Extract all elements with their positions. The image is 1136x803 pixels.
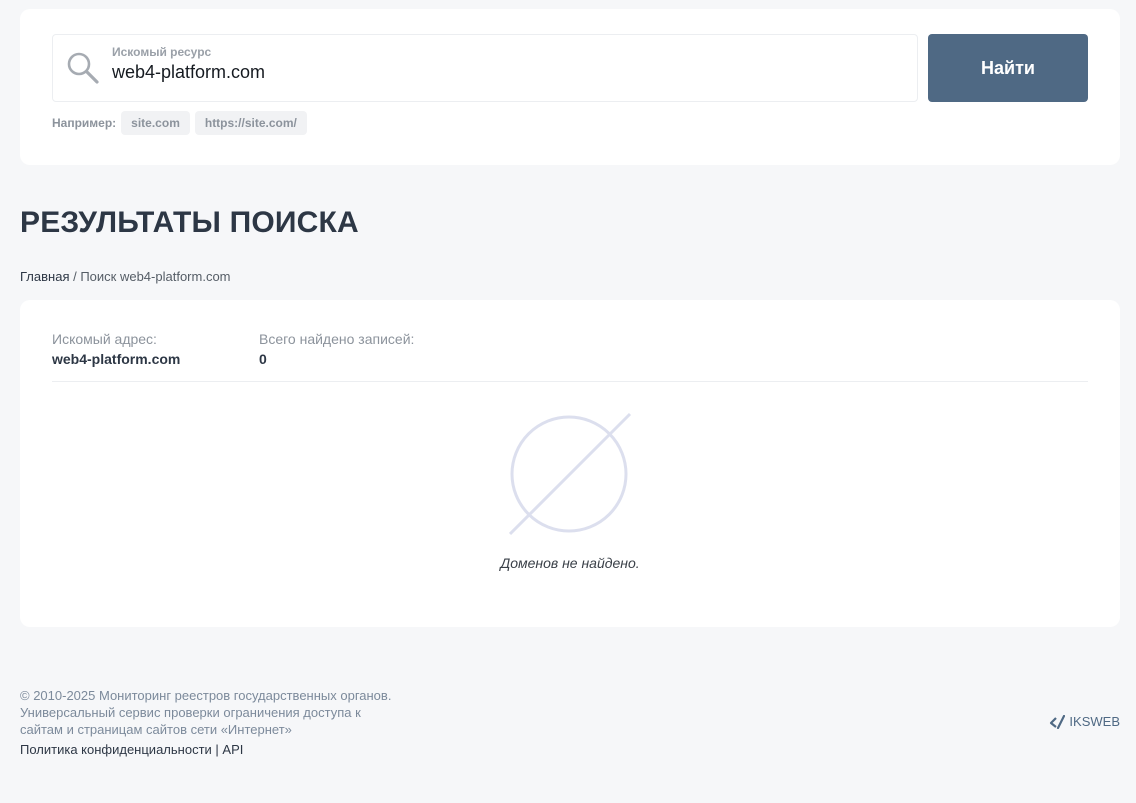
search-field-label: Искомый ресурс [112,45,212,59]
results-panel: Искомый адрес: web4-platform.com Всего н… [20,300,1120,627]
breadcrumb-home-link[interactable]: Главная [20,269,69,284]
search-panel: Искомый ресурс Найти Например: site.com … [20,9,1120,165]
footer-copyright-line: © 2010-2025 Мониторинг реестров государс… [20,688,392,703]
footer-copyright-line: сайтам и страницам сайтов сети «Интернет… [20,722,292,737]
example-chip-url[interactable]: https://site.com/ [194,111,307,135]
brand-name: IKSWEB [1069,714,1120,729]
page-title: РЕЗУЛЬТАТЫ ПОИСКА [20,206,359,239]
search-examples: Например: site.com https://site.com/ [52,111,312,135]
searched-address-stat: Искомый адрес: web4-platform.com [52,331,180,367]
footer-copyright-line: Универсальный сервис проверки ограничени… [20,705,361,720]
footer-copyright: © 2010-2025 Мониторинг реестров государс… [20,687,391,738]
search-icon [67,52,99,84]
searched-address-value: web4-platform.com [52,351,181,367]
breadcrumb-separator: / [69,269,81,284]
empty-results-message: Доменов не найдено. [500,555,640,571]
search-input[interactable] [112,61,892,83]
total-records-stat: Всего найдено записей: 0 [259,331,414,367]
total-records-value: 0 [259,351,267,367]
search-button[interactable]: Найти [928,34,1088,102]
searched-address-label: Искомый адрес: [52,331,157,347]
breadcrumb: Главная / Поиск web4-platform.com [20,269,231,284]
footer-links: Политика конфиденциальности | API [20,742,243,757]
privacy-policy-link[interactable]: Политика конфиденциальности [20,742,212,757]
total-records-label: Всего найдено записей: [259,331,415,347]
breadcrumb-current: Поиск web4-platform.com [80,269,231,284]
search-field-box[interactable]: Искомый ресурс [52,34,918,102]
footer-link-separator: | [211,742,223,757]
example-chip-domain[interactable]: site.com [121,111,190,135]
api-link[interactable]: API [222,742,243,757]
empty-set-icon [509,412,632,536]
examples-label: Например: [52,116,117,130]
results-divider [52,381,1088,382]
iksweb-logo-icon [1050,714,1066,729]
iksweb-brand-link[interactable]: IKSWEB [1049,714,1120,729]
